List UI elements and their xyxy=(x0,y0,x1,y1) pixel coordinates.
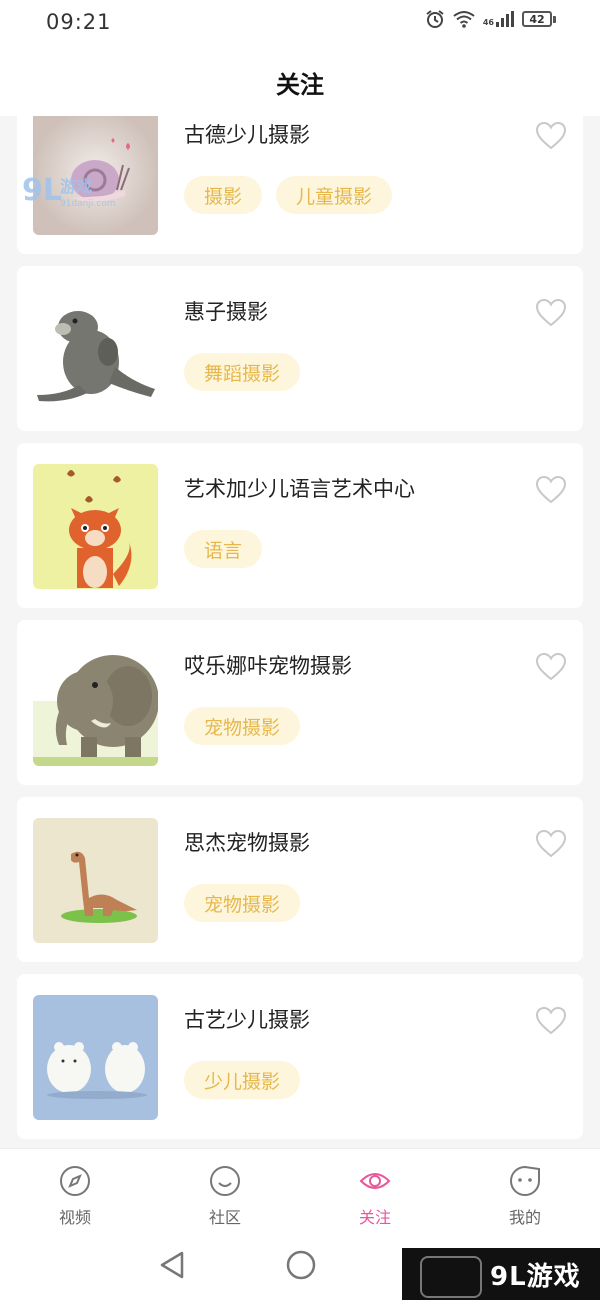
card-tags: 宠物摄影 xyxy=(184,884,301,922)
nav-item-follow[interactable]: 关注 xyxy=(300,1149,450,1235)
nav-item-mine[interactable]: 我的 xyxy=(450,1149,600,1235)
battery-level: 42 xyxy=(522,11,552,27)
watermark-banner: 9L游戏 xyxy=(402,1248,600,1300)
heart-follow-icon[interactable] xyxy=(535,1006,567,1036)
follow-card[interactable]: 艺术加少儿语言艺术中心 语言 xyxy=(17,443,583,608)
tag[interactable]: 少儿摄影 xyxy=(184,1061,301,1099)
alarm-icon xyxy=(426,10,444,28)
status-icons: 46 42 xyxy=(425,9,556,29)
card-name: 古德少儿摄影 xyxy=(184,123,310,147)
card-tags: 摄影 儿童摄影 xyxy=(184,176,393,214)
svg-text:91danji.com: 91danji.com xyxy=(60,199,115,209)
wifi-icon xyxy=(453,11,475,28)
nav-label: 关注 xyxy=(358,1208,391,1227)
nav-label: 视频 xyxy=(58,1208,91,1227)
smile-icon xyxy=(210,1166,240,1196)
seal-icon xyxy=(33,287,158,412)
card-name: 哎乐娜咔宠物摄影 xyxy=(184,654,352,678)
tag[interactable]: 儿童摄影 xyxy=(276,176,393,214)
heart-follow-icon[interactable] xyxy=(535,652,567,682)
tag[interactable]: 舞蹈摄影 xyxy=(184,353,301,391)
card-name: 古艺少儿摄影 xyxy=(184,1008,310,1032)
card-tags: 宠物摄影 xyxy=(184,707,301,745)
status-time: 09:21 xyxy=(46,10,112,34)
dinosaur-icon xyxy=(33,818,158,943)
watermark-text: 9L游戏 xyxy=(490,1261,581,1292)
bottom-nav: 视频 社区 关注 我的 xyxy=(0,1148,600,1235)
tag[interactable]: 语言 xyxy=(184,530,263,568)
home-icon[interactable] xyxy=(285,1249,317,1281)
svg-text:游戏: 游戏 xyxy=(60,177,92,196)
heart-follow-icon[interactable] xyxy=(535,121,567,151)
follow-card[interactable]: 思杰宠物摄影 宠物摄影 xyxy=(17,797,583,962)
watermark-logo-icon xyxy=(420,1256,482,1298)
eye-icon xyxy=(359,1173,391,1189)
follow-card[interactable]: 哎乐娜咔宠物摄影 宠物摄影 xyxy=(17,620,583,785)
card-name: 惠子摄影 xyxy=(184,300,268,324)
network-type-label: 46 xyxy=(482,18,494,27)
nav-label: 我的 xyxy=(508,1208,541,1227)
page-title: 关注 xyxy=(276,71,324,99)
card-name: 艺术加少儿语言艺术中心 xyxy=(184,477,415,501)
card-tags: 舞蹈摄影 xyxy=(184,353,301,391)
card-name: 思杰宠物摄影 xyxy=(184,831,310,855)
chat-face-icon xyxy=(510,1165,540,1196)
back-icon[interactable] xyxy=(158,1249,186,1281)
nav-label: 社区 xyxy=(208,1208,241,1227)
elephant-icon xyxy=(33,641,158,766)
watermark-logo: 9L 游戏 91danji.com xyxy=(22,173,115,209)
tag[interactable]: 宠物摄影 xyxy=(184,884,301,922)
follow-card[interactable]: 古艺少儿摄影 少儿摄影 xyxy=(17,974,583,1139)
follow-list[interactable]: 古德少儿摄影 摄影 儿童摄影 惠子摄影 舞蹈摄影 艺术加少儿语言艺术中心 语言 … xyxy=(0,116,600,1148)
compass-icon xyxy=(60,1166,90,1196)
heart-follow-icon[interactable] xyxy=(535,298,567,328)
status-bar: 09:21 46 42 xyxy=(0,0,600,50)
page-header: 关注 xyxy=(0,50,600,116)
follow-card[interactable]: 惠子摄影 舞蹈摄影 xyxy=(17,266,583,431)
svg-text:9L: 9L xyxy=(22,173,62,208)
heart-follow-icon[interactable] xyxy=(535,475,567,505)
battery-icon: 42 xyxy=(522,11,556,27)
tag[interactable]: 摄影 xyxy=(184,176,263,214)
heart-follow-icon[interactable] xyxy=(535,829,567,859)
polar-bears-icon xyxy=(33,995,158,1120)
nav-item-video[interactable]: 视频 xyxy=(0,1149,150,1235)
nav-item-community[interactable]: 社区 xyxy=(150,1149,300,1235)
card-tags: 少儿摄影 xyxy=(184,1061,301,1099)
card-tags: 语言 xyxy=(184,530,263,568)
tag[interactable]: 宠物摄影 xyxy=(184,707,301,745)
signal-icon xyxy=(496,11,514,27)
fox-icon xyxy=(33,464,158,589)
